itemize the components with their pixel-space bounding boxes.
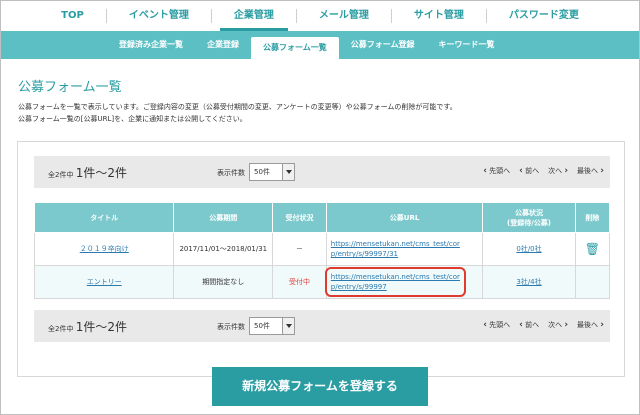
cell-delete: 🗑 bbox=[574, 232, 611, 266]
first-page-link[interactable]: ‹ 先頭へ bbox=[483, 320, 510, 330]
chevron-right-icon: › bbox=[564, 320, 569, 330]
cell-url: https://mensetukan.net/cms_test/cor p/ent… bbox=[324, 265, 484, 299]
first-page-link[interactable]: ‹ 先頭へ bbox=[483, 166, 510, 176]
form-title-link[interactable]: ２０１９卒向け bbox=[80, 245, 129, 253]
chevron-left-icon: ‹ bbox=[483, 166, 487, 176]
per-page-value: 50件 bbox=[254, 322, 270, 330]
form-count-link[interactable]: 0社/0社 bbox=[516, 245, 541, 253]
prev-page-link[interactable]: ‹ 前へ bbox=[519, 166, 539, 176]
count-range: 1件～2件 bbox=[75, 320, 127, 334]
register-form-button[interactable]: 新規公募フォームを登録する bbox=[212, 367, 428, 406]
sub-nav: 登録済み企業一覧 企業登録 公募フォーム一覧 公募フォーム登録 キーワード一覧 bbox=[1, 31, 639, 59]
last-page-link[interactable]: 最後へ › bbox=[577, 320, 604, 330]
form-url-link[interactable]: https://mensetukan.net/cms_test/cor p/ent… bbox=[331, 240, 460, 258]
result-count: 全2件中 1件～2件 bbox=[48, 164, 127, 181]
form-url-link[interactable]: https://mensetukan.net/cms_test/cor p/ent… bbox=[331, 273, 460, 291]
chevron-right-icon: › bbox=[600, 320, 604, 330]
cell-status: － bbox=[272, 232, 327, 266]
last-page-label: 最後へ bbox=[577, 167, 599, 175]
form-title-link[interactable]: エントリー bbox=[87, 278, 122, 286]
count-prefix: 全2件中 bbox=[48, 325, 74, 333]
url-highlight-box: https://mensetukan.net/cms_test/cor p/ent… bbox=[324, 267, 466, 297]
nav-site-management[interactable]: サイト管理 bbox=[392, 8, 486, 24]
url-line-2: p/entry/s/99997/31 bbox=[330, 250, 398, 258]
prev-page-label: 前へ bbox=[525, 321, 540, 329]
header-form-status: 公募状況 (登録待/公募) bbox=[482, 202, 576, 233]
app-frame: TOP イベント管理 企業管理 メール管理 サイト管理 パスワード変更 登録済み… bbox=[0, 0, 640, 415]
subnav-keyword-list[interactable]: キーワード一覧 bbox=[427, 31, 507, 59]
per-page-value: 50件 bbox=[254, 168, 270, 176]
prev-page-link[interactable]: ‹ 前へ bbox=[519, 320, 539, 330]
cell-title: エントリー bbox=[33, 265, 175, 299]
description-line-1: 公募フォームを一覧で表示しています。ご登録内容の変更（公募受付期間の変更、アンケ… bbox=[18, 103, 457, 111]
page-title: 公募フォーム一覧 bbox=[18, 80, 122, 95]
top-nav: TOP イベント管理 企業管理 メール管理 サイト管理 パスワード変更 bbox=[1, 1, 639, 31]
nav-mail-management[interactable]: メール管理 bbox=[297, 8, 391, 24]
next-page-link[interactable]: 次へ › bbox=[548, 320, 568, 330]
table-row: エントリー 期間指定なし 受付中 https://mensetukan.net/… bbox=[33, 265, 611, 299]
nav-company-management[interactable]: 企業管理 bbox=[212, 8, 296, 31]
prev-page-label: 前へ bbox=[525, 167, 540, 175]
per-page-label: 表示件数 bbox=[217, 169, 245, 177]
first-page-label: 先頭へ bbox=[489, 167, 511, 175]
subnav-registered-companies[interactable]: 登録済み企業一覧 bbox=[107, 31, 195, 59]
header-delete: 削除 bbox=[574, 202, 611, 233]
nav-top[interactable]: TOP bbox=[39, 8, 106, 24]
last-page-label: 最後へ bbox=[577, 321, 599, 329]
count-range: 1件～2件 bbox=[75, 166, 127, 180]
cell-title: ２０１９卒向け bbox=[33, 232, 175, 266]
page-description: 公募フォームを一覧で表示しています。ご登録内容の変更（公募受付期間の変更、アンケ… bbox=[18, 101, 618, 125]
subnav-form-registration[interactable]: 公募フォーム登録 bbox=[339, 31, 427, 59]
next-page-link[interactable]: 次へ › bbox=[548, 166, 568, 176]
per-page-label: 表示件数 bbox=[217, 323, 245, 331]
cell-period: 期間指定なし bbox=[173, 265, 274, 299]
header-period: 公募期間 bbox=[173, 202, 274, 233]
chevron-left-icon: ‹ bbox=[483, 320, 487, 330]
cell-delete bbox=[574, 265, 611, 299]
chevron-left-icon: ‹ bbox=[519, 320, 523, 330]
result-count: 全2件中 1件～2件 bbox=[48, 318, 127, 335]
list-panel: 全2件中 1件～2件 表示件数 50件 ‹ 先頭へ ‹ 前へ 次へ › 最後へ … bbox=[17, 141, 625, 377]
cell-count: 3社/4社 bbox=[482, 265, 576, 299]
last-page-link[interactable]: 最後へ › bbox=[577, 166, 604, 176]
form-count-link[interactable]: 3社/4社 bbox=[516, 278, 541, 286]
page-nav: ‹ 先頭へ ‹ 前へ 次へ › 最後へ › bbox=[483, 166, 604, 176]
url-line-2: p/entry/s/99997 bbox=[330, 283, 387, 291]
chevron-right-icon: › bbox=[600, 166, 604, 176]
url-line-1: https://mensetukan.net/cms_test/cor bbox=[330, 273, 460, 281]
count-prefix: 全2件中 bbox=[48, 171, 74, 179]
cell-status: 受付中 bbox=[272, 265, 327, 299]
header-title: タイトル bbox=[33, 202, 175, 233]
nav-password-change[interactable]: パスワード変更 bbox=[487, 8, 601, 24]
form-table: タイトル 公募期間 受付状況 公募URL 公募状況 (登録待/公募) 削除 ２０… bbox=[33, 202, 611, 299]
first-page-label: 先頭へ bbox=[489, 321, 511, 329]
description-line-2: 公募フォーム一覧の[公募URL]を、企業に通知または公開してください。 bbox=[18, 115, 247, 123]
header-status: 受付状況 bbox=[272, 202, 327, 233]
chevron-right-icon: › bbox=[564, 166, 569, 176]
page-nav: ‹ 先頭へ ‹ 前へ 次へ › 最後へ › bbox=[483, 320, 604, 330]
per-page-select[interactable]: 50件 bbox=[249, 317, 295, 335]
per-page-select[interactable]: 50件 bbox=[249, 163, 295, 181]
dropdown-arrow-icon bbox=[282, 318, 294, 334]
chevron-left-icon: ‹ bbox=[519, 166, 523, 176]
cell-period: 2017/11/01～2018/01/31 bbox=[173, 232, 274, 266]
cell-count: 0社/0社 bbox=[482, 232, 576, 266]
subnav-company-registration[interactable]: 企業登録 bbox=[195, 31, 251, 59]
next-page-label: 次へ bbox=[548, 167, 563, 175]
trash-icon[interactable]: 🗑 bbox=[585, 242, 600, 256]
next-page-label: 次へ bbox=[548, 321, 563, 329]
nav-event-management[interactable]: イベント管理 bbox=[107, 8, 211, 24]
header-url: 公募URL bbox=[325, 202, 484, 233]
subnav-form-list[interactable]: 公募フォーム一覧 bbox=[251, 37, 339, 59]
url-line-1: https://mensetukan.net/cms_test/cor bbox=[330, 240, 460, 248]
table-row: ２０１９卒向け 2017/11/01～2018/01/31 － https://… bbox=[33, 232, 611, 266]
dropdown-arrow-icon bbox=[282, 164, 294, 180]
cell-url: https://mensetukan.net/cms_test/cor p/ent… bbox=[325, 232, 484, 266]
pager-top: 全2件中 1件～2件 表示件数 50件 ‹ 先頭へ ‹ 前へ 次へ › 最後へ … bbox=[34, 156, 610, 188]
table-header-row: タイトル 公募期間 受付状況 公募URL 公募状況 (登録待/公募) 削除 bbox=[33, 202, 611, 233]
pager-bottom: 全2件中 1件～2件 表示件数 50件 ‹ 先頭へ ‹ 前へ 次へ › 最後へ … bbox=[34, 310, 610, 342]
